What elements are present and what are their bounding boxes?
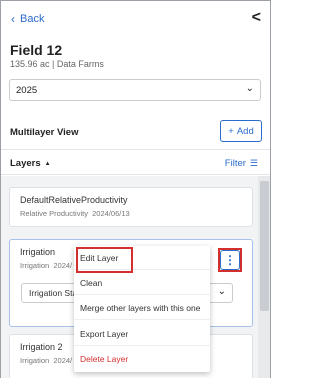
layer-card-default-relative-productivity[interactable]: DefaultRelativeProductivity Relative Pro… (9, 187, 253, 227)
layers-scrollbar-thumb[interactable] (260, 181, 269, 311)
field-title: Field 12 (10, 42, 63, 58)
chevron-left-icon: ‹ (11, 11, 15, 26)
menu-item-export-layer[interactable]: Export Layer (74, 322, 210, 346)
filter-label: Filter (224, 158, 246, 169)
layer-meta: Irrigation 2024/ (20, 356, 72, 365)
layer-type: Relative Productivity (20, 209, 88, 218)
add-button-label: Add (236, 125, 254, 137)
menu-item-clean[interactable]: Clean (74, 271, 210, 295)
layer-date: 2024/06/13 (92, 209, 130, 218)
layer-type: Irrigation (20, 356, 50, 365)
menu-item-merge-layers[interactable]: Merge other layers with this one (74, 296, 210, 320)
layer-type: Irrigation (20, 261, 50, 270)
year-select-value: 2025 (16, 85, 38, 96)
back-label: Back (20, 13, 45, 25)
layers-header: Layers ▲ Filter ☰ (1, 149, 270, 175)
layers-sort-toggle[interactable]: Layers ▲ (10, 158, 51, 169)
back-button[interactable]: ‹ Back (11, 11, 45, 26)
layer-meta: Irrigation 2024/ (20, 261, 72, 270)
add-layer-button[interactable]: + Add (220, 120, 262, 142)
sort-ascending-icon: ▲ (44, 161, 51, 167)
field-summary: 135.96 ac | Data Farms (10, 59, 104, 69)
filter-button[interactable]: Filter ☰ (224, 158, 258, 169)
layer-date: 2024/ (53, 261, 73, 270)
irrigation-select-value: Irrigation Sta (29, 288, 78, 298)
layer-name: Irrigation (20, 247, 56, 257)
edit-layer-highlight-box (76, 247, 133, 273)
layer-meta: Relative Productivity 2024/06/13 (20, 209, 130, 218)
layer-name: DefaultRelativeProductivity (20, 195, 128, 205)
filter-sliders-icon: ☰ (249, 158, 258, 168)
collapse-panel-icon[interactable]: < (252, 10, 261, 26)
plus-icon: + (228, 125, 234, 137)
layers-title: Layers (10, 158, 41, 169)
top-bar: ‹ Back < (1, 1, 270, 37)
chevron-down-icon: ⌄ (217, 286, 226, 297)
layer-name: Irrigation 2 (20, 342, 63, 352)
chevron-down-icon: ⌄ (245, 83, 254, 94)
layer-date: 2024/ (53, 356, 73, 365)
kebab-highlight-box (218, 248, 242, 272)
year-select[interactable]: 2025 ⌄ (9, 79, 261, 101)
multilayer-view-label: Multilayer View (10, 127, 79, 138)
menu-item-delete-layer[interactable]: Delete Layer (74, 347, 210, 371)
